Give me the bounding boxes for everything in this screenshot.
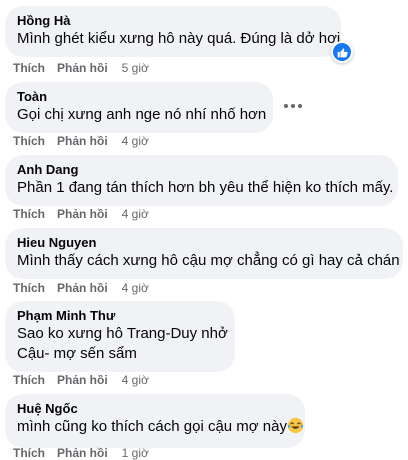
reply-button[interactable]: Phản hồi	[57, 373, 108, 387]
comment-author[interactable]: Anh Dang	[17, 161, 386, 178]
comment-5: Phạm Minh Thư Sao ko xưng hô Trang-Duy n…	[5, 301, 235, 372]
reply-button[interactable]: Phản hồi	[57, 446, 108, 460]
like-button[interactable]: Thích	[13, 373, 45, 387]
comment-actions: Thích Phản hồi 4 giờ	[13, 134, 149, 148]
like-icon	[333, 43, 351, 61]
comment-bubble: Phạm Minh Thư Sao ko xưng hô Trang-Duy n…	[5, 301, 235, 372]
comment-bubble: Anh Dang Phần 1 đang tán thích hơn bh yê…	[5, 155, 398, 206]
like-button[interactable]: Thích	[13, 446, 45, 460]
comment-text: Cậu- mợ sến sẩm	[17, 345, 137, 362]
comment-actions: Thích Phản hồi 1 giờ	[13, 446, 149, 460]
comment-author[interactable]: Toàn	[17, 88, 261, 105]
like-button[interactable]: Thích	[13, 281, 45, 295]
comment-author[interactable]: Phạm Minh Thư	[17, 307, 223, 324]
comment-time[interactable]: 4 giờ	[122, 373, 149, 387]
comment-bubble: Huệ Ngốc mình cũng ko thích cách gọi cậu…	[5, 394, 305, 448]
more-options-icon[interactable]	[281, 98, 305, 114]
comment-bubble: Hồng Hà Mình ghét kiểu xưng hô này quá. …	[5, 6, 353, 63]
comment-author[interactable]: Hieu Nguyen	[17, 234, 391, 251]
comment-time[interactable]: 4 giờ	[122, 134, 149, 148]
comment-actions: Thích Phản hồi 4 giờ	[13, 373, 149, 387]
reply-button[interactable]: Phản hồi	[57, 207, 108, 221]
comment-text-content: mình cũng ko thích cách gọi cậu mợ này	[17, 418, 287, 435]
comment-actions: Thích Phản hồi 5 giờ	[13, 61, 149, 75]
comment-6: Huệ Ngốc mình cũng ko thích cách gọi cậu…	[5, 394, 305, 448]
comment-text: mình cũng ko thích cách gọi cậu mợ này	[17, 417, 304, 440]
comment-time[interactable]: 4 giờ	[122, 281, 149, 295]
comment-text: Mình ghét kiểu xưng hô này quá. Đúng là …	[17, 30, 341, 47]
comment-text: Mình thấy cách xưng hô cậu mợ chẳng có g…	[17, 252, 400, 269]
comment-author[interactable]: Hồng Hà	[17, 12, 329, 29]
laughing-tears-emoji	[287, 417, 304, 440]
reply-button[interactable]: Phản hồi	[57, 61, 108, 75]
comment-time[interactable]: 4 giờ	[122, 207, 149, 221]
reply-button[interactable]: Phản hồi	[57, 134, 108, 148]
comment-3: Anh Dang Phần 1 đang tán thích hơn bh yê…	[5, 155, 398, 206]
comment-actions: Thích Phản hồi 4 giờ	[13, 281, 149, 295]
comment-1: Hồng Hà Mình ghét kiểu xưng hô này quá. …	[5, 6, 353, 63]
comment-text: Gọi chị xưng anh nge nó nhí nhố hơn	[17, 106, 267, 123]
comment-author[interactable]: Huệ Ngốc	[17, 400, 293, 417]
like-button[interactable]: Thích	[13, 61, 45, 75]
like-reaction-badge[interactable]	[331, 41, 353, 63]
comment-bubble: Hieu Nguyen Mình thấy cách xưng hô cậu m…	[5, 228, 403, 279]
comment-4: Hieu Nguyen Mình thấy cách xưng hô cậu m…	[5, 228, 403, 279]
comment-2: Toàn Gọi chị xưng anh nge nó nhí nhố hơn	[5, 82, 273, 133]
comment-text: Sao ko xưng hô Trang-Duy nhở	[17, 325, 228, 342]
like-button[interactable]: Thích	[13, 207, 45, 221]
comment-time[interactable]: 5 giờ	[122, 61, 149, 75]
like-button[interactable]: Thích	[13, 134, 45, 148]
comment-time[interactable]: 1 giờ	[122, 446, 149, 460]
comment-bubble: Toàn Gọi chị xưng anh nge nó nhí nhố hơn	[5, 82, 273, 133]
comment-actions: Thích Phản hồi 4 giờ	[13, 207, 149, 221]
reply-button[interactable]: Phản hồi	[57, 281, 108, 295]
comment-text: Phần 1 đang tán thích hơn bh yêu thể hiệ…	[17, 179, 394, 196]
